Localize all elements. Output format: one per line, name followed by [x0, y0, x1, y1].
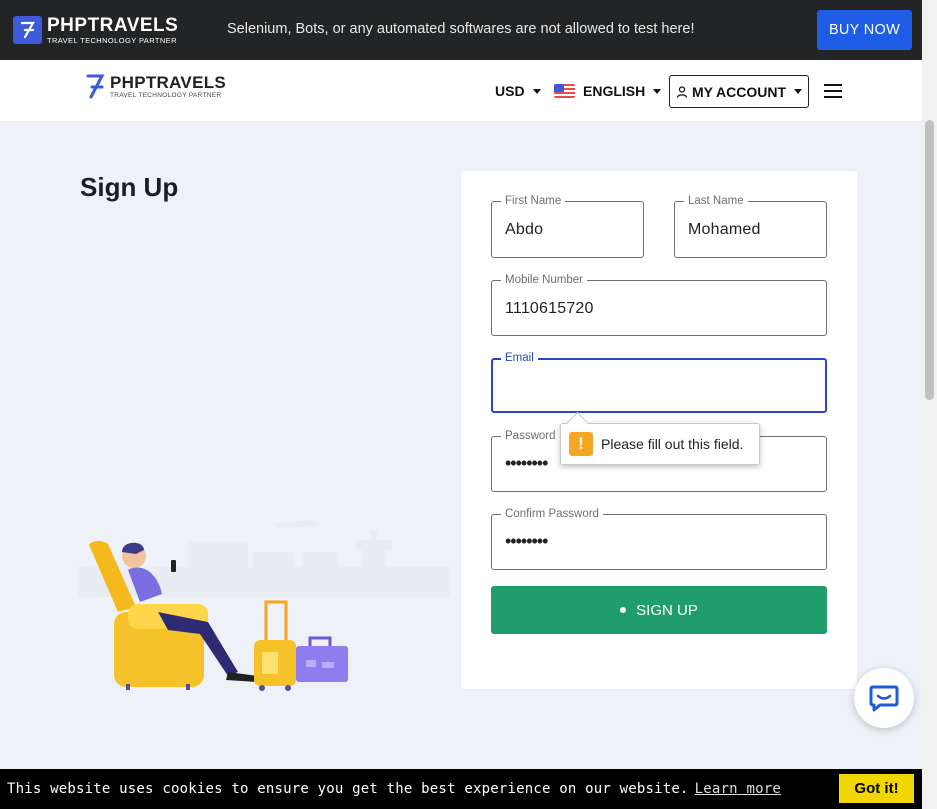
logo-mark-icon	[13, 16, 42, 45]
cookie-text-wrapper: This website uses cookies to ensure you …	[7, 781, 781, 797]
mobile-number-label: Mobile Number	[501, 273, 587, 287]
confirm-password-label: Confirm Password	[501, 507, 603, 521]
password-label: Password	[501, 429, 560, 443]
live-chat-button[interactable]	[854, 668, 914, 728]
warning-icon: !	[569, 432, 593, 456]
page-title: Sign Up	[80, 172, 179, 202]
top-brand-name: PHPTRAVELS	[47, 15, 179, 36]
mobile-number-field[interactable]: Mobile Number 1110615720	[491, 273, 827, 336]
email-label: Email	[501, 351, 538, 365]
scrollbar-thumb[interactable]	[925, 120, 934, 400]
bot-warning-notice: Selenium, Bots, or any automated softwar…	[227, 21, 695, 37]
bullet-icon	[620, 607, 627, 613]
language-dropdown[interactable]: ENGLISH	[554, 83, 662, 99]
first-name-label: First Name	[501, 194, 566, 208]
last-name-label: Last Name	[684, 194, 748, 208]
top-brand-tagline: TRAVEL TECHNOLOGY PARTNER	[47, 36, 177, 45]
main-navbar: PHPTRAVELS TRAVEL TECHNOLOGY PARTNER USD…	[0, 60, 922, 121]
currency-label: USD	[495, 83, 525, 99]
last-name-value: Mohamed	[688, 221, 761, 238]
caret-down-icon	[794, 89, 803, 94]
page-scrollbar[interactable]	[922, 0, 937, 809]
got-it-button[interactable]: Got it!	[839, 774, 914, 803]
mobile-number-value: 1110615720	[505, 300, 594, 317]
logo-mark-icon	[86, 74, 105, 99]
validation-message: Please fill out this field.	[601, 436, 744, 452]
traveler-illustration	[78, 520, 450, 691]
confirm-password-value: ••••••••	[505, 531, 548, 551]
buy-now-button[interactable]: BUY NOW	[817, 10, 912, 50]
cookie-banner: This website uses cookies to ensure you …	[0, 769, 922, 809]
us-flag-icon	[554, 84, 575, 98]
confirm-password-field[interactable]: Confirm Password ••••••••	[491, 507, 827, 570]
nav-brand-name: PHPTRAVELS	[110, 73, 227, 93]
top-logo[interactable]: PHPTRAVELS TRAVEL TECHNOLOGY PARTNER	[13, 16, 178, 45]
currency-dropdown[interactable]: USD	[495, 83, 541, 99]
hamburger-menu-icon[interactable]	[824, 84, 842, 98]
caret-down-icon	[532, 88, 541, 94]
password-value: ••••••••	[505, 453, 548, 473]
top-bar: PHPTRAVELS TRAVEL TECHNOLOGY PARTNER Sel…	[0, 0, 922, 60]
last-name-field[interactable]: Last Name Mohamed	[674, 194, 827, 258]
user-icon	[676, 85, 688, 98]
email-field[interactable]: Email	[491, 351, 827, 413]
my-account-label: MY ACCOUNT	[691, 83, 787, 100]
signup-button-label: SIGN UP	[636, 601, 698, 619]
first-name-field[interactable]: First Name Abdo	[491, 194, 644, 258]
validation-tooltip: ! Please fill out this field.	[560, 423, 760, 465]
learn-more-link[interactable]: Learn more	[695, 781, 781, 797]
language-label: ENGLISH	[583, 83, 646, 99]
first-name-value: Abdo	[505, 221, 544, 238]
my-account-button[interactable]: MY ACCOUNT	[669, 75, 809, 108]
nav-brand-tagline: TRAVEL TECHNOLOGY PARTNER	[110, 92, 222, 100]
caret-down-icon	[653, 88, 662, 94]
nav-logo[interactable]: PHPTRAVELS TRAVEL TECHNOLOGY PARTNER	[83, 73, 226, 101]
cookie-message: This website uses cookies to ensure you …	[7, 781, 689, 797]
signup-button[interactable]: SIGN UP	[491, 586, 827, 634]
chat-bubble-icon	[869, 685, 899, 712]
